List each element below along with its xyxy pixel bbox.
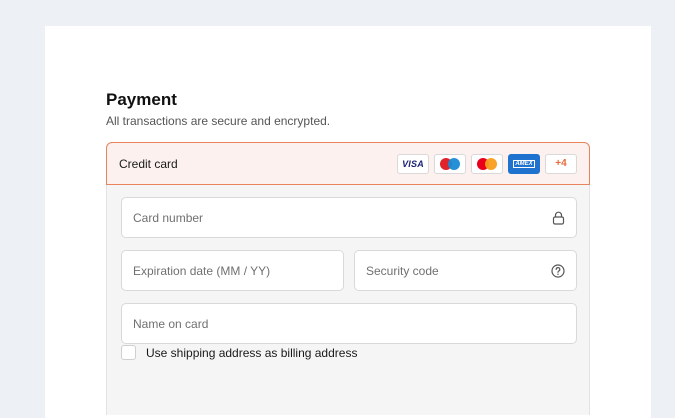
- credit-card-option[interactable]: Credit card VISA AMEX +4: [106, 142, 590, 185]
- amex-icon: AMEX: [508, 153, 540, 174]
- lock-icon: [551, 211, 565, 225]
- credit-card-form: Card number Expiration date (MM / YY) Se…: [106, 185, 590, 415]
- visa-icon: VISA: [397, 153, 429, 174]
- card-number-field[interactable]: Card number: [121, 197, 577, 238]
- expiration-date-field[interactable]: Expiration date (MM / YY): [121, 250, 344, 291]
- more-brands-label: +4: [555, 158, 567, 169]
- payment-subtitle: All transactions are secure and encrypte…: [106, 114, 331, 128]
- visa-text: VISA: [402, 158, 424, 169]
- mastercard-icon: [471, 153, 503, 174]
- payment-title: Payment: [106, 90, 177, 109]
- expiration-placeholder: Expiration date (MM / YY): [133, 263, 271, 278]
- credit-card-label: Credit card: [119, 156, 178, 171]
- card-number-placeholder: Card number: [133, 210, 204, 225]
- security-code-field[interactable]: Security code: [354, 250, 577, 291]
- amex-text: AMEX: [513, 159, 535, 168]
- payment-section: Payment All transactions are secure and …: [106, 90, 590, 415]
- help-circle-icon[interactable]: [551, 263, 565, 278]
- checkout-panel: Payment All transactions are secure and …: [45, 26, 651, 418]
- billing-address-checkbox[interactable]: [121, 345, 136, 360]
- billing-address-label: Use shipping address as billing address: [146, 345, 358, 360]
- security-code-placeholder: Security code: [366, 263, 439, 278]
- name-on-card-field[interactable]: Name on card: [121, 303, 577, 344]
- more-brands-badge[interactable]: +4: [545, 153, 577, 174]
- maestro-icon: [434, 153, 466, 174]
- name-on-card-placeholder: Name on card: [133, 316, 209, 331]
- billing-address-option[interactable]: Use shipping address as billing address: [121, 345, 357, 360]
- card-brand-list: VISA AMEX +4: [397, 153, 577, 174]
